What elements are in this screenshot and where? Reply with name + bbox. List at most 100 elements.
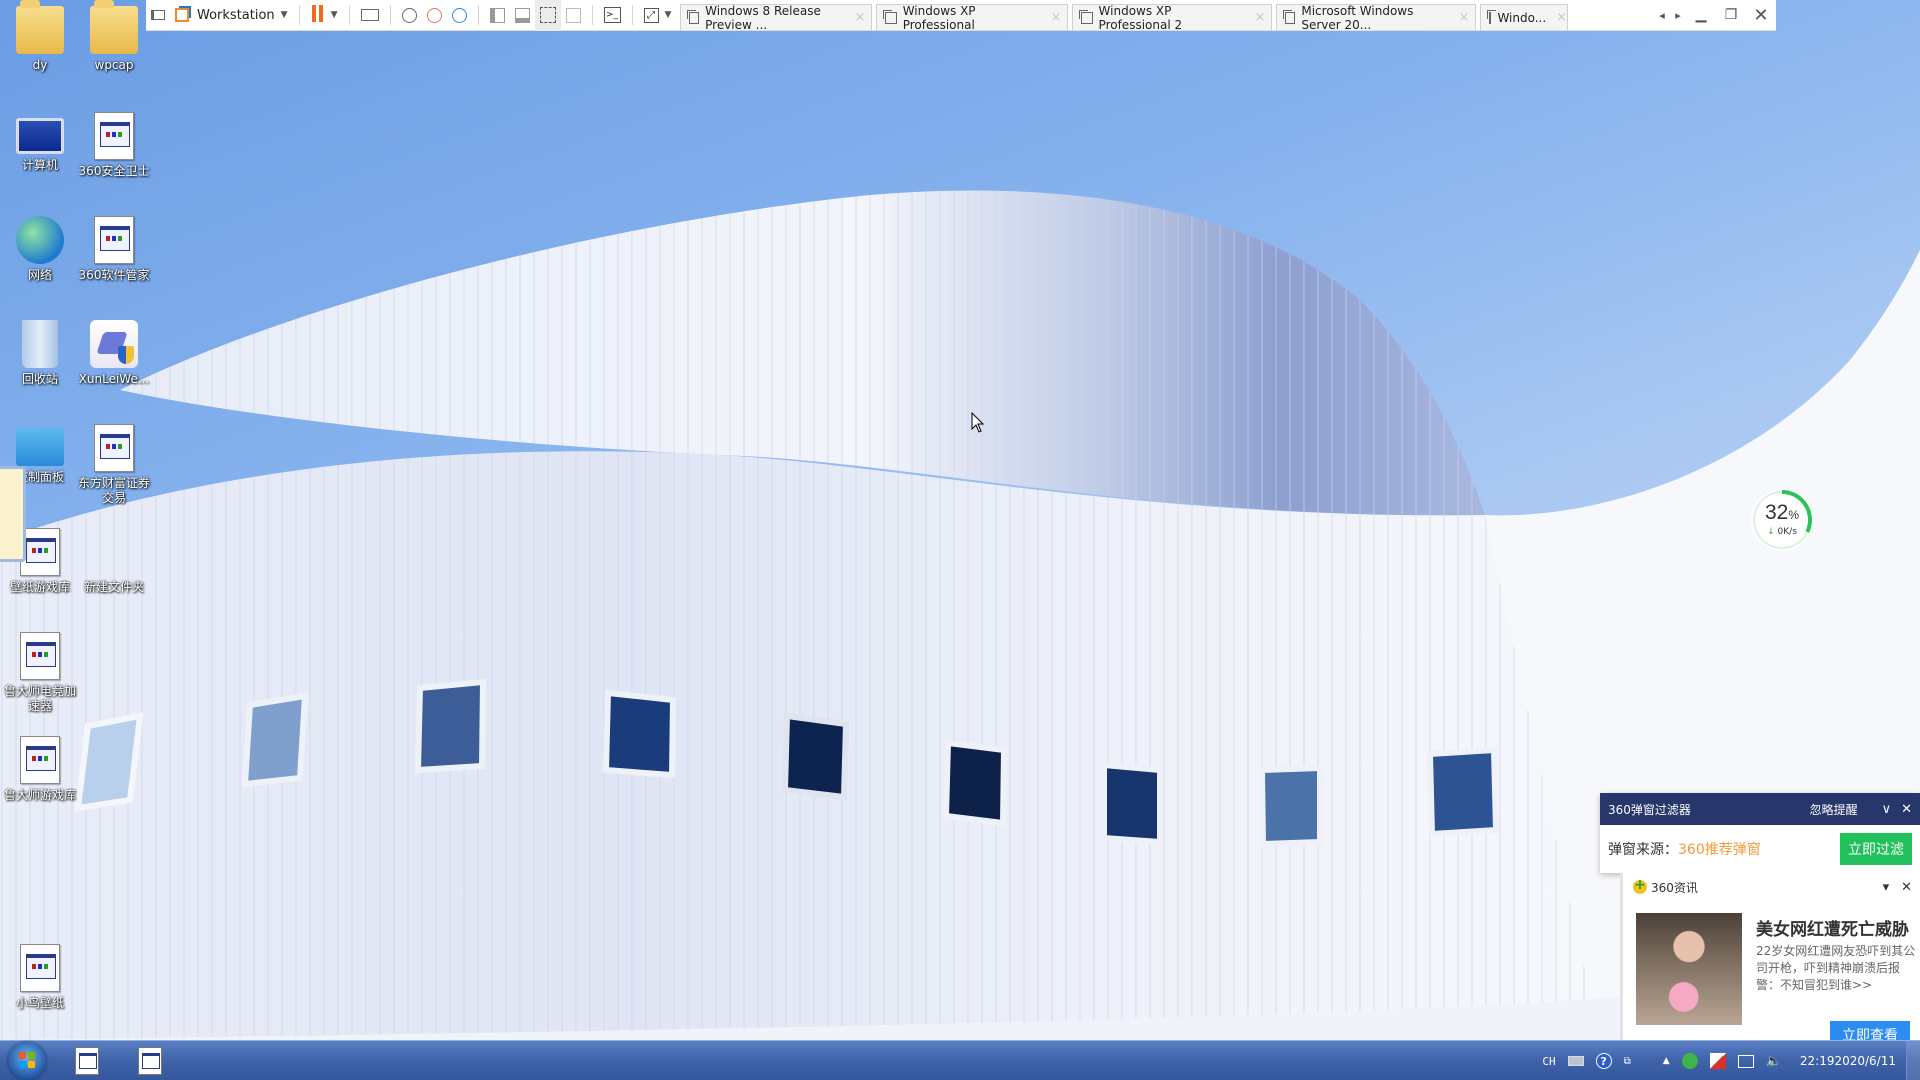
filter-now-button[interactable]: 立即过滤	[1840, 833, 1912, 865]
clock-date: 2020/6/11	[1834, 1053, 1896, 1068]
snapshot-icon	[401, 7, 417, 23]
xunlei-shield-icon	[90, 320, 138, 368]
icon-label: 网络	[27, 268, 52, 282]
taskbar-app-1[interactable]	[72, 1045, 102, 1077]
help-icon[interactable]: ?	[1595, 1053, 1612, 1069]
close-tab-icon[interactable]: ×	[845, 10, 866, 25]
desktop-icon-xunlei[interactable]: XunLeiWe...	[74, 320, 154, 387]
chevron-down-icon: ▼	[330, 10, 338, 20]
folder-icon	[90, 0, 138, 54]
toolbar-divider	[348, 5, 350, 25]
desktop-icon-network[interactable]: 网络	[0, 216, 80, 283]
toolbar-divider	[477, 5, 479, 25]
show-hidden-icons-button[interactable]: ▲	[1663, 1056, 1670, 1066]
desktop-icon-computer[interactable]: 计算机	[0, 112, 80, 173]
close-tab-icon[interactable]: ×	[1546, 10, 1567, 25]
tab-scroll-left-button[interactable]: ◂	[1654, 0, 1670, 31]
input-language-indicator[interactable]: CH	[1542, 1055, 1555, 1068]
show-desktop-button[interactable]	[1906, 1041, 1920, 1080]
vm-tab-windows-8[interactable]: Windows 8 Release Preview ... ×	[680, 4, 873, 32]
stretch-guest-button[interactable]: ⤢ ▼	[639, 0, 677, 31]
desktop-icon-recycle-bin[interactable]: 回收站	[0, 320, 80, 387]
full-screen-button[interactable]	[534, 0, 561, 31]
desktop-icon-bird-wallpaper[interactable]: 小鸟壁纸	[0, 944, 80, 1011]
360-security-tray-icon[interactable]	[1681, 1053, 1698, 1069]
volume-icon[interactable]: 🔈	[1766, 1054, 1782, 1069]
mouse-cursor-icon	[971, 412, 985, 433]
take-snapshot-button[interactable]	[397, 0, 422, 31]
clock[interactable]: 22:19 2020/6/11	[1800, 1053, 1896, 1070]
start-button[interactable]	[8, 1042, 46, 1080]
toolbar-divider	[298, 5, 300, 25]
news-description[interactable]: 22岁女网红遭网友恐吓到其公司开枪，吓到精神崩溃后报警：不知冒犯到谁>>	[1756, 943, 1916, 994]
minimize-button[interactable]: ▁	[1686, 0, 1716, 31]
language-bar-options-icon[interactable]: ⧉	[1624, 1056, 1631, 1067]
action-center-flag-icon[interactable]	[1709, 1053, 1726, 1069]
application-file-icon	[75, 1047, 99, 1075]
desktop-icon-eastmoney[interactable]: 东方财富证券交易	[74, 424, 154, 506]
library-view-button[interactable]	[485, 0, 510, 31]
tab-scroll-right-button[interactable]: ▸	[1670, 0, 1686, 31]
send-ctrl-alt-del-button[interactable]	[356, 0, 384, 31]
tab-label: Windows XP Professional 2	[1098, 3, 1183, 32]
desktop-icon-new-folder[interactable]: 新建文件夹	[74, 528, 154, 595]
vm-tab-windows-xp[interactable]: Windows XP Professional ×	[876, 3, 1069, 32]
library-view-icon	[489, 7, 505, 23]
news-popup-header: 360资讯 ▾ ✕	[1623, 873, 1920, 901]
popup-filter-header: 360弹窗过滤器 忽略提醒 ∨ ✕	[1600, 793, 1920, 825]
icon-label: 鲁大师游戏库	[3, 788, 76, 802]
thumbnail-bar-button[interactable]	[510, 0, 535, 31]
vm-tab-windows-other[interactable]: Windo... ×	[1480, 4, 1569, 30]
news-brand: 360资讯	[1651, 880, 1698, 895]
popup-filter-notification: 360弹窗过滤器 忽略提醒 ∨ ✕ 弹窗来源： 360推荐弹窗 立即过滤	[1600, 793, 1920, 873]
unity-button[interactable]	[561, 0, 586, 31]
keyboard-icon[interactable]	[1567, 1056, 1584, 1066]
full-screen-icon	[539, 7, 556, 23]
close-window-button[interactable]: ✕	[1746, 0, 1776, 31]
vm-tab-windows-server[interactable]: Microsoft Windows Server 20... ×	[1276, 4, 1477, 32]
network-speed-widget[interactable]: 32% ↓ 0K/s	[1751, 489, 1813, 551]
network-tray-icon[interactable]	[1737, 1054, 1754, 1068]
icon-label: dy	[32, 58, 48, 72]
desktop-icon-dy[interactable]: dy	[0, 0, 80, 73]
vmware-logo-icon	[175, 8, 189, 22]
vm-tab-windows-xp-2[interactable]: Windows XP Professional 2 ×	[1072, 3, 1273, 32]
revert-snapshot-button[interactable]	[422, 0, 447, 31]
close-tab-icon[interactable]: ×	[1245, 10, 1266, 25]
console-view-button[interactable]: >_	[599, 0, 626, 31]
desktop-icon-ludashi-games[interactable]: 鲁大师游戏库	[0, 736, 80, 803]
news-headline[interactable]: 美女网红遭死亡威胁	[1756, 915, 1909, 940]
workstation-menu[interactable]: Workstation ▼	[170, 0, 293, 31]
close-tab-icon[interactable]: ×	[1449, 10, 1470, 25]
close-tab-icon[interactable]: ×	[1041, 10, 1062, 25]
tab-label: Windows XP Professional	[902, 3, 976, 32]
desktop-icon-360-software[interactable]: 360软件管家	[74, 216, 154, 283]
application-file-icon	[94, 424, 134, 472]
popup-source-value: 360推荐弹窗	[1678, 842, 1761, 858]
download-rate: ↓ 0K/s	[1767, 527, 1797, 537]
ignore-reminder-link[interactable]: 忽略提醒	[1810, 801, 1858, 818]
computer-icon	[16, 118, 64, 154]
close-icon[interactable]: ✕	[1901, 880, 1912, 895]
close-icon[interactable]: ✕	[1901, 802, 1912, 817]
desktop-icon-ludashi-accelerator[interactable]: 鲁大师电竞加速器	[0, 632, 80, 714]
desktop-icon-wpcap[interactable]: wpcap	[74, 0, 154, 73]
revert-snapshot-icon	[426, 7, 442, 23]
chevron-down-icon[interactable]: ∨	[1882, 802, 1892, 817]
snapshot-manager-button[interactable]	[447, 0, 472, 31]
menu-dropdown-icon[interactable]: ▾	[1883, 880, 1890, 895]
chevron-down-icon: ▼	[280, 10, 288, 20]
restore-button[interactable]: ❐	[1716, 0, 1746, 31]
popup-filter-title: 360弹窗过滤器	[1608, 802, 1691, 817]
taskbar-app-2[interactable]	[135, 1045, 165, 1077]
pause-button[interactable]: ▼	[306, 0, 343, 31]
icon-label: 360软件管家	[78, 268, 150, 282]
console-view-icon: >_	[603, 7, 621, 23]
desktop-icon-360-safe[interactable]: 360安全卫士	[74, 112, 154, 179]
pin-button[interactable]	[146, 0, 170, 31]
recycle-bin-icon	[22, 320, 58, 368]
sticky-note-gadget[interactable]	[0, 466, 26, 562]
news-thumbnail[interactable]	[1636, 913, 1742, 1025]
thumbnail-bar-icon	[514, 7, 530, 23]
vm-icon	[687, 9, 700, 24]
